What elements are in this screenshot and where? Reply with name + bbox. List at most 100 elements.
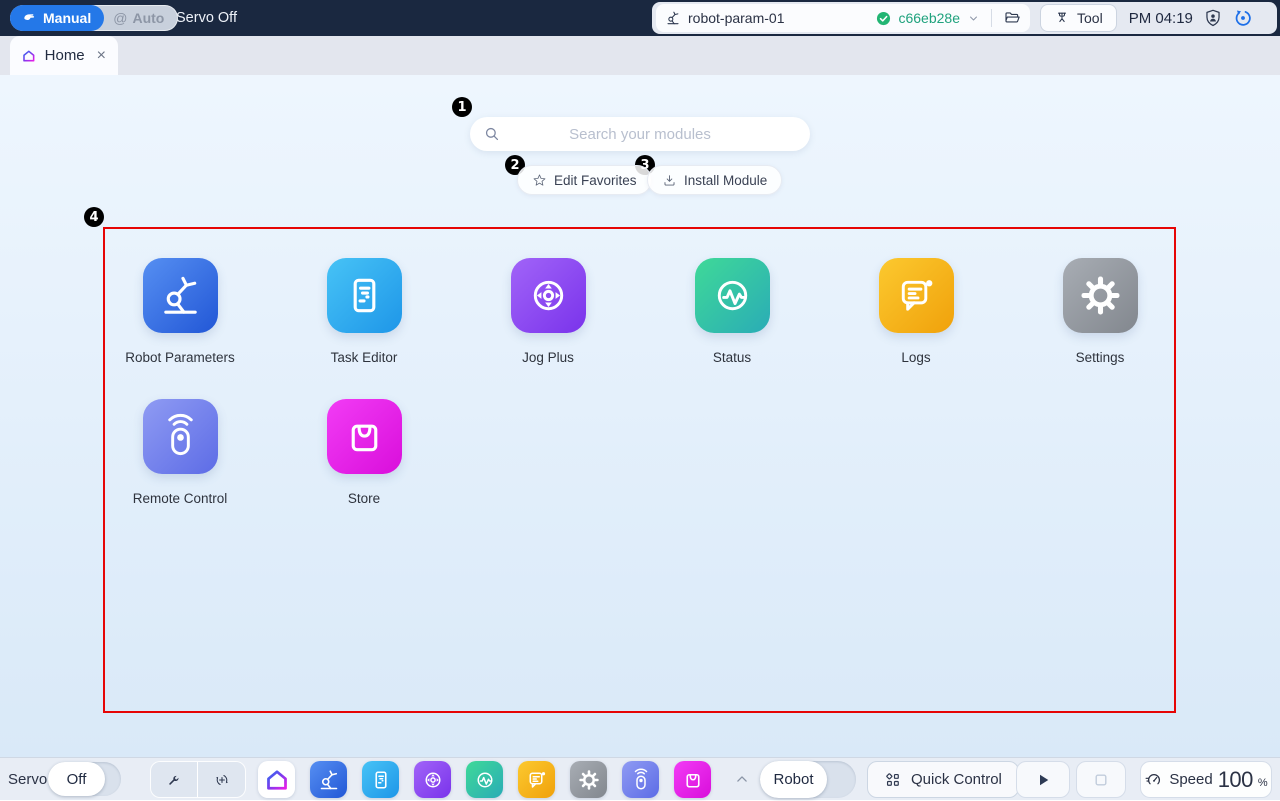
annotation-badge-4: 4 — [84, 207, 104, 227]
edit-favorites-button[interactable]: Edit Favorites — [517, 165, 652, 195]
dock-status[interactable] — [466, 761, 503, 798]
pulse-icon — [709, 272, 756, 319]
robot-pendant-app: Manual @ Auto Servo Off robot-param-01 c… — [0, 0, 1280, 800]
shield-user-icon[interactable] — [1203, 8, 1223, 28]
manual-mode-button[interactable]: Manual — [10, 5, 104, 31]
pulse-icon — [473, 768, 497, 792]
tab-home[interactable]: Home × — [10, 36, 118, 75]
dock-store[interactable] — [674, 761, 711, 798]
remote-icon — [629, 768, 653, 792]
dock-jog-plus[interactable] — [414, 761, 451, 798]
quick-control-button[interactable]: Quick Control — [867, 761, 1019, 798]
robot-toggle[interactable]: Robot — [760, 761, 856, 798]
speed-label: Speed — [1169, 771, 1212, 788]
module-tile-robot-parameters[interactable] — [143, 258, 218, 333]
divider — [991, 9, 992, 27]
robot-arm-icon — [157, 272, 204, 319]
close-icon[interactable]: × — [97, 48, 106, 64]
dock-remote-control[interactable] — [622, 761, 659, 798]
module-tile-store[interactable] — [327, 399, 402, 474]
hand-icon — [23, 11, 37, 25]
chat-log-icon — [893, 272, 940, 319]
tool-segmented-control — [150, 761, 246, 798]
tab-home-label: Home — [45, 47, 85, 64]
auto-mode-label: Auto — [132, 10, 164, 26]
module-search — [470, 117, 810, 151]
servo-toggle[interactable]: Off — [48, 762, 121, 796]
home-screen: 1 2 3 4 Edit Favorites Install Module Ro… — [0, 75, 1280, 757]
module-tile-jog-plus[interactable] — [511, 258, 586, 333]
module-label: Store — [348, 491, 380, 506]
module-store: Store — [272, 399, 456, 506]
project-selector[interactable]: robot-param-01 c66eb28e — [656, 4, 1030, 32]
module-tile-settings[interactable] — [1063, 258, 1138, 333]
jog-pad-icon — [421, 768, 445, 792]
module-grid-row-1: Robot Parameters Task Editor Jog Plus St… — [88, 258, 1192, 365]
remote-icon — [157, 413, 204, 460]
tab-strip: Home × — [0, 36, 1280, 75]
speedometer-icon — [1144, 770, 1164, 790]
topbar-right-panel: robot-param-01 c66eb28e Tool PM 04:19 — [652, 2, 1277, 34]
module-tile-logs[interactable] — [879, 258, 954, 333]
project-status: c66eb28e — [876, 9, 1021, 27]
dock-task-editor[interactable] — [362, 761, 399, 798]
module-tile-task-editor[interactable] — [327, 258, 402, 333]
dock-logs[interactable] — [518, 761, 555, 798]
quick-control-label: Quick Control — [911, 771, 1002, 788]
reset-icon[interactable] — [1233, 8, 1253, 28]
dock-home[interactable] — [258, 761, 295, 798]
dock-settings[interactable] — [570, 761, 607, 798]
module-grid-row-2: Remote Control Store — [88, 399, 456, 506]
robot-toggle-knob: Robot — [760, 761, 827, 798]
star-icon — [532, 173, 547, 188]
move-tool-button[interactable] — [198, 762, 245, 797]
module-label: Jog Plus — [522, 350, 574, 365]
search-input[interactable] — [470, 117, 810, 151]
install-module-button[interactable]: Install Module — [647, 165, 782, 195]
module-label: Settings — [1076, 350, 1125, 365]
robot-arm-icon — [665, 10, 681, 26]
module-remote-control: Remote Control — [88, 399, 272, 506]
module-tile-status[interactable] — [695, 258, 770, 333]
auto-mode-button[interactable]: @ Auto — [104, 5, 177, 31]
move-crosshair-icon — [213, 771, 231, 789]
clock: PM 04:19 — [1129, 10, 1193, 27]
speed-control[interactable]: Speed 100 % — [1140, 761, 1272, 798]
module-task-editor: Task Editor — [272, 258, 456, 365]
wrench-button[interactable] — [151, 762, 198, 797]
module-label: Task Editor — [331, 350, 398, 365]
auto-mode-icon: @ — [113, 10, 127, 26]
install-module-label: Install Module — [684, 173, 767, 188]
stop-icon — [1091, 770, 1111, 790]
stop-button[interactable] — [1076, 761, 1126, 798]
gear-icon — [1077, 272, 1124, 319]
module-label: Remote Control — [133, 491, 228, 506]
wrench-icon — [165, 771, 183, 789]
edit-favorites-label: Edit Favorites — [554, 173, 637, 188]
check-circle-icon — [876, 11, 891, 26]
gear-icon — [577, 768, 601, 792]
tool-label: Tool — [1077, 10, 1103, 26]
module-robot-parameters: Robot Parameters — [88, 258, 272, 365]
gripper-tool-icon — [1054, 10, 1070, 26]
mode-switcher: Manual @ Auto — [10, 5, 178, 31]
chevron-up-icon[interactable] — [733, 770, 751, 788]
play-button[interactable] — [1016, 761, 1070, 798]
home-icon — [265, 768, 289, 792]
home-icon — [22, 48, 36, 64]
project-name: robot-param-01 — [688, 10, 785, 26]
module-tile-remote-control[interactable] — [143, 399, 218, 474]
task-document-icon — [369, 768, 393, 792]
manual-mode-label: Manual — [43, 10, 91, 26]
commit-id: c66eb28e — [898, 10, 960, 26]
module-logs: Logs — [824, 258, 1008, 365]
dock-robot-parameters[interactable] — [310, 761, 347, 798]
robot-arm-icon — [317, 768, 341, 792]
module-label: Logs — [901, 350, 930, 365]
tool-button[interactable]: Tool — [1040, 4, 1117, 32]
annotation-badge-1: 1 — [452, 97, 472, 117]
chevron-down-icon[interactable] — [967, 12, 980, 25]
shopping-bag-icon — [341, 413, 388, 460]
folder-icon[interactable] — [1003, 9, 1021, 27]
app-dock — [258, 761, 711, 798]
